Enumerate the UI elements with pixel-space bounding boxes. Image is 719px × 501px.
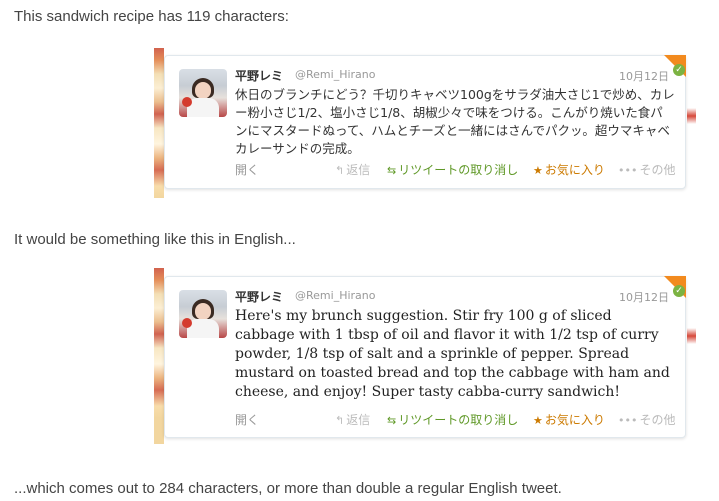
tweet-text: Here's my brunch suggestion. Stir fry 10… bbox=[235, 308, 670, 400]
more-button[interactable]: ••• その他 bbox=[618, 411, 675, 428]
undo-retweet-button[interactable]: ⇆ リツイートの取り消し bbox=[387, 411, 518, 428]
more-label: その他 bbox=[639, 163, 676, 177]
author-name[interactable]: 平野レミ bbox=[235, 67, 283, 84]
intro-paragraph: This sandwich recipe has 119 characters: bbox=[14, 8, 289, 25]
undo-retweet-button[interactable]: ⇆ リツイートの取り消し bbox=[387, 161, 518, 178]
tweet-text: 休日のブランチにどう？千切りキャベツ100gをサラダ油大さじ1で炒め、カレー粉小… bbox=[235, 87, 675, 156]
more-button[interactable]: ••• その他 bbox=[618, 161, 675, 178]
open-link[interactable]: 開く bbox=[235, 161, 259, 178]
undo-retweet-label: リツイートの取り消し bbox=[398, 163, 519, 177]
author-handle[interactable]: @Remi_Hirano bbox=[295, 289, 375, 302]
dots-icon: ••• bbox=[618, 414, 638, 427]
favorite-label: お気に入り bbox=[544, 413, 605, 427]
avatar[interactable] bbox=[179, 290, 227, 338]
star-icon: ★ bbox=[533, 414, 543, 427]
more-label: その他 bbox=[639, 413, 676, 427]
tweet-date[interactable]: 10月12日 bbox=[619, 289, 669, 305]
retweet-icon: ⇆ bbox=[387, 164, 397, 177]
reply-label: 返信 bbox=[346, 163, 371, 177]
photo-strip-right bbox=[687, 48, 696, 198]
tweet-card-english[interactable]: ✓ 平野レミ @Remi_Hirano 10月12日 Here's my bru… bbox=[164, 276, 686, 438]
reply-arrow-icon: ↰ bbox=[335, 164, 345, 177]
open-link[interactable]: 開く bbox=[235, 411, 259, 428]
author-name[interactable]: 平野レミ bbox=[235, 288, 283, 305]
photo-strip-left bbox=[154, 48, 164, 198]
tweet-date[interactable]: 10月12日 bbox=[619, 68, 669, 84]
favorite-label: お気に入り bbox=[544, 163, 605, 177]
favorite-button[interactable]: ★ お気に入り bbox=[533, 411, 605, 428]
dots-icon: ••• bbox=[618, 164, 638, 177]
avatar[interactable] bbox=[179, 69, 227, 117]
reply-label: 返信 bbox=[346, 413, 371, 427]
retweet-icon: ⇆ bbox=[387, 414, 397, 427]
photo-strip-left-2 bbox=[154, 268, 164, 444]
middle-paragraph: It would be something like this in Engli… bbox=[14, 231, 296, 248]
author-handle[interactable]: @Remi_Hirano bbox=[295, 68, 375, 81]
undo-retweet-label: リツイートの取り消し bbox=[398, 413, 519, 427]
reply-arrow-icon: ↰ bbox=[335, 414, 345, 427]
star-icon: ★ bbox=[533, 164, 543, 177]
photo-strip-right-2 bbox=[687, 268, 696, 444]
favorite-button[interactable]: ★ お気に入り bbox=[533, 161, 605, 178]
check-icon: ✓ bbox=[673, 64, 685, 76]
tweet-card-japanese[interactable]: ✓ 平野レミ @Remi_Hirano 10月12日 休日のブランチにどう？千切… bbox=[164, 55, 686, 189]
reply-button[interactable]: ↰ 返信 bbox=[335, 161, 370, 178]
check-icon: ✓ bbox=[673, 285, 685, 297]
outro-paragraph: ...which comes out to 284 characters, or… bbox=[14, 480, 562, 497]
reply-button[interactable]: ↰ 返信 bbox=[335, 411, 370, 428]
